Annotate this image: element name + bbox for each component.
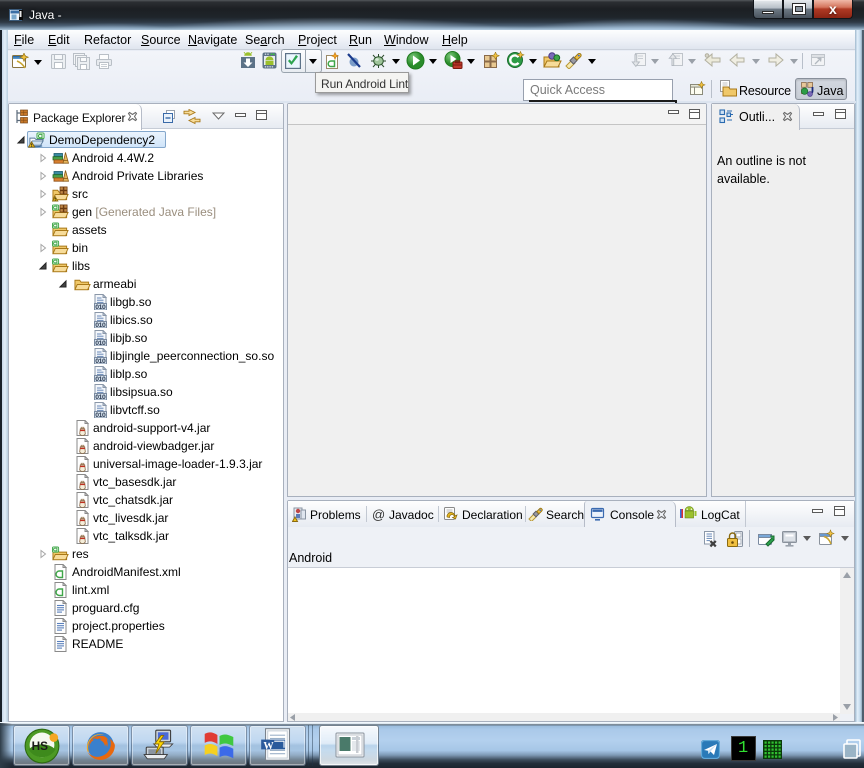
svg-text:W: W (263, 741, 274, 752)
svg-text:HS: HS (32, 739, 49, 753)
